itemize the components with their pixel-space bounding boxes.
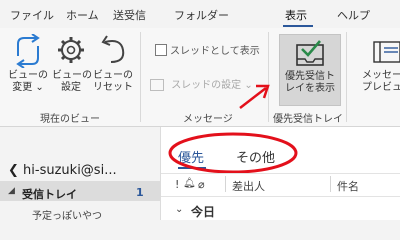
column-header xyxy=(161,173,400,197)
tab-home[interactable]: ホーム xyxy=(66,7,99,23)
group-separator xyxy=(346,32,347,122)
show-focused-inbox-button[interactable]: 優先受信ト レイを表示 xyxy=(279,34,341,106)
account-header[interactable]: ❮ hi-suzuki@si... xyxy=(8,163,117,178)
group-separator xyxy=(140,32,141,122)
red-arrow-annotation xyxy=(239,84,270,109)
undo-icon xyxy=(101,35,125,63)
change-view-label: ビューの 変更 ⌄ xyxy=(8,70,48,93)
expand-triangle-icon: ◢ xyxy=(8,186,15,196)
attachment-column-icon[interactable]: ⌀ xyxy=(198,178,205,191)
tab-send-receive[interactable]: 送受信 xyxy=(113,7,146,23)
thread-settings-label: スレッドの設定 xyxy=(171,80,242,91)
importance-column-icon[interactable]: ! xyxy=(175,178,179,191)
column-divider[interactable] xyxy=(225,176,226,192)
message-preview-label: メッセージプレビュー xyxy=(362,70,400,93)
show-focused-inbox-label: 優先受信ト レイを表示 xyxy=(285,71,335,94)
thread-settings-icon xyxy=(150,79,164,91)
tab-view[interactable]: 表示 xyxy=(285,7,307,23)
focused-inbox-group-label: 優先受信トレイ xyxy=(273,114,343,125)
current-view-group-label: 現在のビュー xyxy=(40,114,100,125)
gear-icon xyxy=(58,37,84,63)
sender-column-header[interactable]: 差出人 xyxy=(232,178,265,194)
collapse-chevron-icon: ❮ xyxy=(8,163,19,178)
subfolder-item[interactable]: 予定っぽいやつ xyxy=(32,207,102,222)
reset-view-label: ビューの リセット xyxy=(93,70,133,93)
inbox-label: 受信トレイ xyxy=(22,188,77,201)
change-view-icon xyxy=(16,34,40,68)
active-tab-underline xyxy=(283,25,313,27)
tab-file[interactable]: ファイル xyxy=(10,7,54,23)
account-name: hi-suzuki@si... xyxy=(23,163,117,178)
reminder-column-icon[interactable]: 🔔︎ xyxy=(183,178,196,189)
message-preview-button[interactable]: メッセージプレビュー xyxy=(362,38,400,93)
tab-help[interactable]: ヘルプ xyxy=(337,7,370,23)
message-preview-icon xyxy=(373,41,400,63)
tab-folder[interactable]: フォルダー xyxy=(174,7,229,23)
focused-inbox-icon xyxy=(296,40,324,66)
today-group-header[interactable]: 今日 xyxy=(191,203,215,220)
messages-group-label: メッセージ xyxy=(183,114,233,125)
subject-column-header[interactable]: 件名 xyxy=(337,178,359,194)
group-collapse-icon[interactable]: ⌄ xyxy=(175,204,183,215)
red-ellipse-annotation xyxy=(168,132,298,174)
ribbon-tab-bar: ファイル ホーム 送受信 フォルダー 表示 ヘルプ xyxy=(0,0,400,28)
show-as-conversations-checkbox[interactable] xyxy=(155,44,167,56)
column-divider[interactable] xyxy=(330,176,331,192)
show-as-conversations-label[interactable]: スレッドとして表示 xyxy=(170,42,260,57)
inbox-unread-count: 1 xyxy=(136,186,144,199)
view-settings-label: ビューの 設定 xyxy=(52,70,92,93)
